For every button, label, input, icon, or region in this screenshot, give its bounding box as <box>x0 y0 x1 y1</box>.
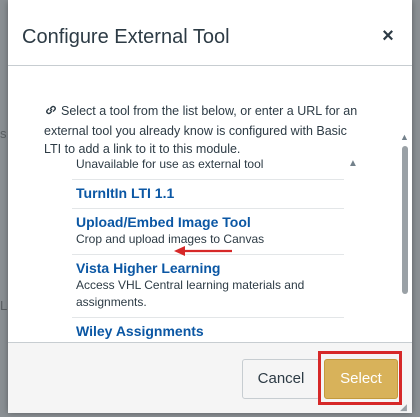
list-item: Unavailable for use as external tool <box>72 156 344 180</box>
tool-description: Unavailable for use as external tool <box>76 157 264 171</box>
cancel-button[interactable]: Cancel <box>242 359 320 399</box>
dialog-footer: Cancel Select <box>8 342 412 413</box>
tool-description: Access VHL Central learning materials an… <box>76 278 305 309</box>
dialog-title: Configure External Tool <box>22 26 230 48</box>
tool-name-link[interactable]: TurnItIn LTI 1.1 <box>76 184 344 202</box>
scroll-up-arrow-icon[interactable]: ▲ <box>400 132 409 142</box>
dialog-body: Select a tool from the list below, or en… <box>8 66 412 342</box>
resize-grip-icon[interactable]: ◢ <box>400 402 407 413</box>
configure-external-tool-dialog: Configure External Tool × Select a tool … <box>8 0 412 413</box>
dialog-scrollbar[interactable]: ▲ ▼ <box>400 132 410 342</box>
close-icon[interactable]: × <box>380 26 396 46</box>
backdrop-text-fragment: L <box>0 298 8 313</box>
select-highlight-annotation <box>318 351 402 405</box>
intro-text: Select a tool from the list below, or en… <box>44 104 358 156</box>
list-item[interactable]: Wiley Assignments <box>72 318 344 342</box>
intro-text-block: Select a tool from the list below, or en… <box>44 102 364 158</box>
list-item[interactable]: TurnItIn LTI 1.1 <box>72 180 344 209</box>
tool-name-link[interactable]: Wiley Assignments <box>76 322 344 340</box>
dialog-header: Configure External Tool × <box>8 0 412 66</box>
scroll-up-arrow-icon[interactable]: ▲ <box>348 158 358 169</box>
link-icon <box>44 103 58 122</box>
tool-list-scrollbar[interactable]: ▲ <box>348 158 360 342</box>
red-arrow-annotation <box>174 244 234 263</box>
list-item[interactable]: Vista Higher Learning Access VHL Central… <box>72 255 344 318</box>
tool-name-link[interactable]: Upload/Embed Image Tool <box>76 213 344 231</box>
scrollbar-thumb[interactable] <box>402 146 408 294</box>
